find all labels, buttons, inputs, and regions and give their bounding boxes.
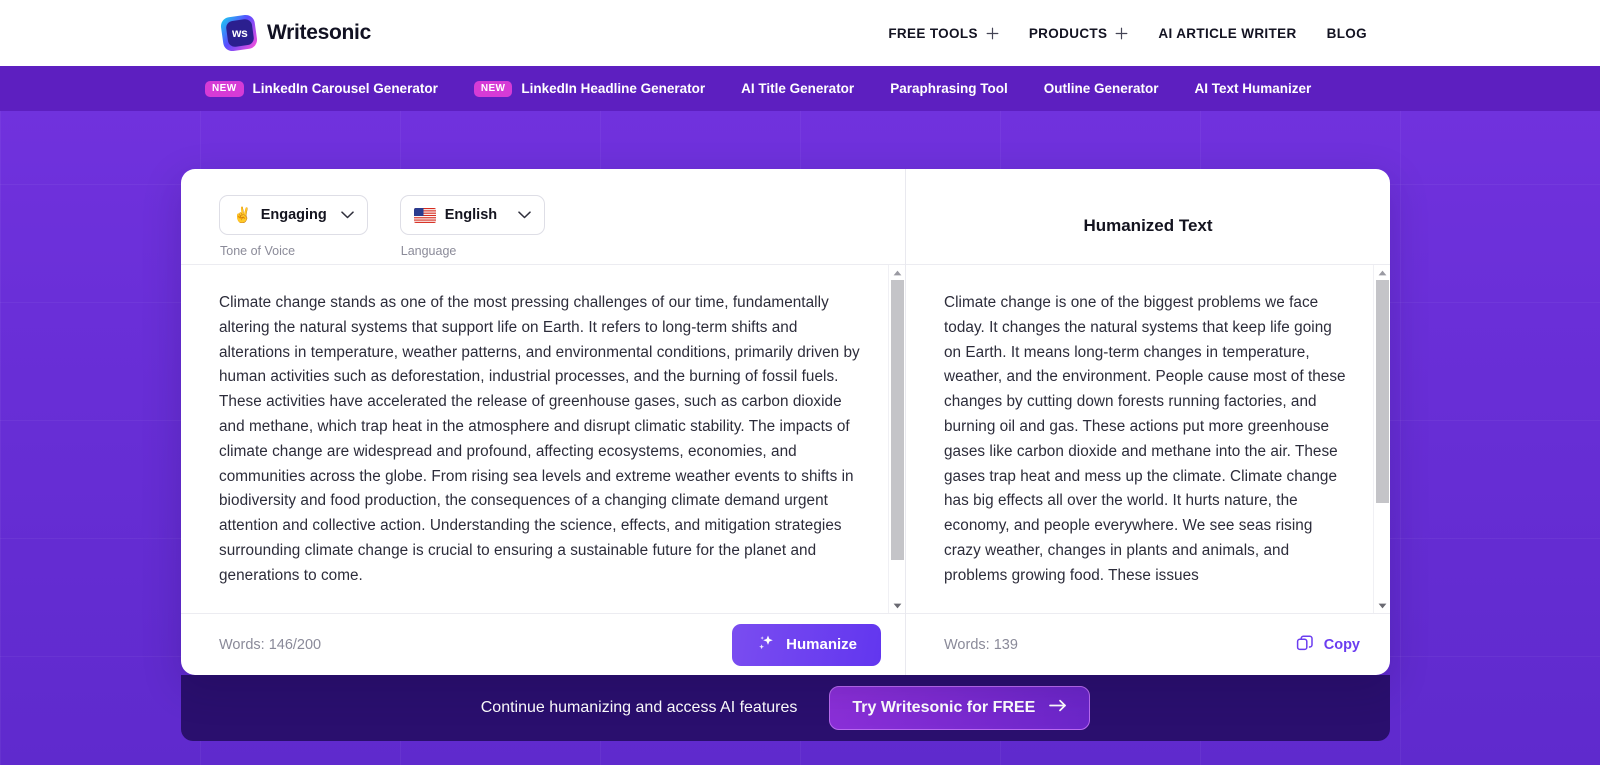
nav-item-free-tools[interactable]: FREE TOOLS bbox=[888, 26, 999, 41]
scrollbar-thumb[interactable] bbox=[890, 280, 904, 560]
tone-of-voice-value: Engaging bbox=[260, 207, 327, 223]
language-value: English bbox=[444, 207, 498, 223]
writesonic-logo-icon: ws bbox=[219, 13, 259, 53]
output-title: Humanized Text bbox=[1083, 215, 1213, 235]
nav-label: FREE TOOLS bbox=[888, 25, 978, 41]
nav-item-ai-article-writer[interactable]: AI ARTICLE WRITER bbox=[1158, 26, 1296, 41]
output-footer: Words: 139 Copy bbox=[906, 613, 1390, 675]
output-word-count: Words: 139 bbox=[944, 636, 1018, 653]
copy-button-label: Copy bbox=[1323, 636, 1360, 653]
subnav-item-paraphrasing-tool[interactable]: Paraphrasing Tool bbox=[890, 81, 1008, 96]
us-flag-icon bbox=[413, 207, 436, 223]
copy-icon bbox=[1295, 633, 1315, 657]
subnav-item-ai-title-generator[interactable]: AI Title Generator bbox=[741, 81, 854, 96]
output-text-area[interactable]: Climate change is one of the biggest pro… bbox=[906, 265, 1373, 613]
input-scrollbar[interactable] bbox=[888, 265, 905, 613]
plus-icon bbox=[1115, 27, 1128, 40]
subnav-item-linkedin-headline-generator[interactable]: NEW LinkedIn Headline Generator bbox=[473, 80, 706, 97]
input-word-count: Words: 146/200 bbox=[219, 636, 322, 653]
nav-label: AI ARTICLE WRITER bbox=[1158, 25, 1297, 41]
page-root: ws Writesonic FREE TOOLS PRODUCTS AI ART… bbox=[0, 0, 1600, 765]
new-badge: NEW bbox=[473, 80, 513, 97]
subnav-label: Outline Generator bbox=[1043, 81, 1159, 96]
scrollbar-thumb[interactable] bbox=[1375, 280, 1389, 503]
scrollbar-track[interactable] bbox=[1375, 280, 1389, 598]
brand-logo[interactable]: ws Writesonic bbox=[219, 13, 371, 53]
nav-label: BLOG bbox=[1326, 25, 1367, 41]
humanize-button[interactable]: Humanize bbox=[732, 623, 881, 666]
plus-icon bbox=[986, 27, 999, 40]
tone-of-voice-caption: Tone of Voice bbox=[220, 244, 296, 258]
subnav-item-linkedin-carousel-generator[interactable]: NEW LinkedIn Carousel Generator bbox=[205, 80, 438, 97]
cta-text: Continue humanizing and access AI featur… bbox=[480, 699, 798, 716]
input-editor-wrap: Climate change stands as one of the most… bbox=[181, 265, 905, 613]
scroll-up-icon[interactable] bbox=[1374, 265, 1391, 280]
subnav-item-ai-text-humanizer[interactable]: AI Text Humanizer bbox=[1195, 81, 1312, 96]
tone-of-voice-group: ✌️ Engaging Tone of Voice bbox=[219, 195, 368, 258]
nav-item-blog[interactable]: BLOG bbox=[1327, 26, 1367, 41]
language-select[interactable]: English bbox=[399, 195, 545, 235]
output-editor-wrap: Climate change is one of the biggest pro… bbox=[906, 265, 1390, 613]
output-text: Climate change is one of the biggest pro… bbox=[944, 294, 1346, 584]
input-footer: Words: 146/200 Humanize bbox=[181, 613, 905, 675]
site-header: ws Writesonic FREE TOOLS PRODUCTS AI ART… bbox=[0, 0, 1600, 66]
input-text: Climate change stands as one of the most… bbox=[219, 294, 860, 584]
subnav-label: LinkedIn Carousel Generator bbox=[252, 81, 438, 96]
subnav-item-outline-generator[interactable]: Outline Generator bbox=[1044, 81, 1159, 96]
subnav-label: AI Text Humanizer bbox=[1194, 81, 1312, 96]
humanizer-card: ✌️ Engaging Tone of Voice English Langua… bbox=[181, 169, 1390, 675]
tone-of-voice-select[interactable]: ✌️ Engaging bbox=[219, 195, 368, 235]
new-badge: NEW bbox=[205, 80, 244, 97]
subnav-label: Paraphrasing Tool bbox=[890, 81, 1008, 96]
scroll-down-icon[interactable] bbox=[889, 598, 906, 613]
nav-label: PRODUCTS bbox=[1028, 25, 1108, 41]
sparkle-icon bbox=[756, 633, 776, 657]
nav-item-products[interactable]: PRODUCTS bbox=[1029, 26, 1129, 41]
tools-nav: NEW LinkedIn Carousel Generator NEW Link… bbox=[0, 66, 1600, 111]
output-pane: Humanized Text Climate change is one of … bbox=[906, 169, 1390, 675]
upgrade-cta-bar: Continue humanizing and access AI featur… bbox=[181, 675, 1390, 741]
logo-mark-text: ws bbox=[232, 26, 248, 41]
chevron-down-icon bbox=[327, 211, 354, 219]
scroll-down-icon[interactable] bbox=[1374, 598, 1391, 613]
humanize-button-label: Humanize bbox=[786, 636, 857, 653]
scrollbar-track[interactable] bbox=[890, 280, 904, 598]
copy-button[interactable]: Copy bbox=[1289, 629, 1366, 661]
output-scrollbar[interactable] bbox=[1373, 265, 1390, 613]
language-group: English Language bbox=[399, 195, 545, 258]
subnav-label: LinkedIn Headline Generator bbox=[521, 81, 706, 96]
brand-name: Writesonic bbox=[267, 21, 371, 44]
primary-nav: FREE TOOLS PRODUCTS AI ARTICLE WRITER BL… bbox=[888, 26, 1367, 41]
input-textarea[interactable]: Climate change stands as one of the most… bbox=[181, 265, 888, 613]
language-caption: Language bbox=[400, 244, 457, 258]
output-pane-header: Humanized Text bbox=[906, 169, 1390, 264]
scroll-up-icon[interactable] bbox=[889, 265, 906, 280]
selector-row: ✌️ Engaging Tone of Voice English Langua… bbox=[219, 195, 905, 258]
input-pane-header: ✌️ Engaging Tone of Voice English Langua… bbox=[181, 169, 905, 264]
peace-hand-icon: ✌️ bbox=[233, 207, 252, 224]
subnav-label: AI Title Generator bbox=[741, 81, 855, 96]
cta-button-label: Try Writesonic for FREE bbox=[852, 699, 1036, 716]
try-writesonic-button[interactable]: Try Writesonic for FREE bbox=[829, 686, 1091, 730]
chevron-down-icon bbox=[504, 211, 531, 219]
arrow-right-icon bbox=[1049, 699, 1067, 717]
input-pane: ✌️ Engaging Tone of Voice English Langua… bbox=[181, 169, 906, 675]
